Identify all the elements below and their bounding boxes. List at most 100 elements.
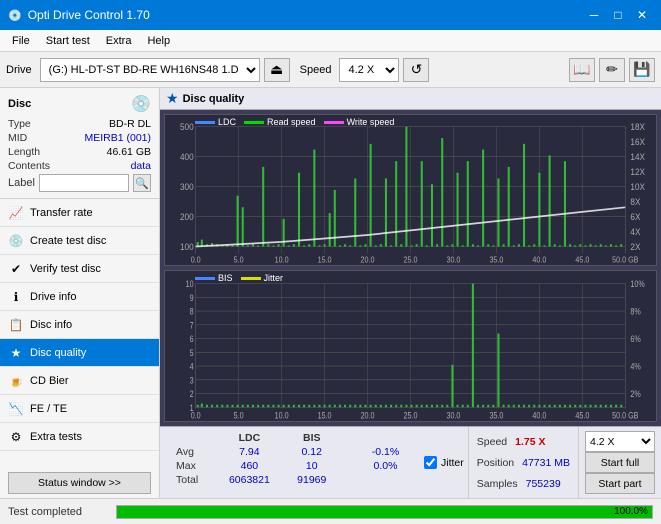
svg-text:5.0: 5.0 bbox=[234, 411, 244, 421]
start-part-button[interactable]: Start part bbox=[585, 473, 655, 494]
read-speed-legend-color bbox=[244, 121, 264, 124]
svg-text:100: 100 bbox=[180, 242, 194, 253]
write-speed-legend-color bbox=[324, 121, 344, 124]
svg-text:6: 6 bbox=[190, 335, 194, 345]
mid-label: MID bbox=[8, 132, 27, 144]
nav-create-test-disc[interactable]: 💿 Create test disc bbox=[0, 227, 159, 255]
read-button[interactable]: 📖 bbox=[569, 58, 595, 82]
svg-text:50.0 GB: 50.0 GB bbox=[612, 411, 638, 421]
svg-text:0.0: 0.0 bbox=[191, 411, 201, 421]
jitter-checkbox[interactable] bbox=[424, 456, 437, 469]
max-bis-value: 10 bbox=[284, 459, 339, 473]
start-full-button[interactable]: Start full bbox=[585, 452, 655, 473]
max-jitter-value: 0.0% bbox=[359, 459, 412, 473]
nav-verify-test-disc-label: Verify test disc bbox=[30, 263, 101, 275]
disc-quality-icon: ★ bbox=[8, 345, 24, 361]
ldc-legend: LDC Read speed Write speed bbox=[195, 117, 394, 127]
ldc-legend-color bbox=[195, 121, 215, 124]
drive-select[interactable]: (G:) HL-DT-ST BD-RE WH16NS48 1.D3 bbox=[40, 58, 260, 82]
title-bar-controls: ─ □ ✕ bbox=[583, 4, 653, 26]
nav-disc-info[interactable]: 📋 Disc info bbox=[0, 311, 159, 339]
contents-label: Contents bbox=[8, 160, 50, 172]
disc-label-row: Label 🔍 bbox=[8, 174, 151, 192]
svg-text:4: 4 bbox=[190, 362, 194, 372]
menu-extra[interactable]: Extra bbox=[98, 30, 140, 51]
minimize-button[interactable]: ─ bbox=[583, 4, 605, 26]
nav-disc-quality-label: Disc quality bbox=[30, 347, 86, 359]
svg-text:8X: 8X bbox=[630, 197, 640, 208]
svg-text:2X: 2X bbox=[630, 242, 640, 253]
contents-value: data bbox=[131, 160, 151, 172]
length-label: Length bbox=[8, 146, 40, 158]
speed-stat-label: Speed bbox=[477, 436, 507, 448]
disc-icon: 💿 bbox=[131, 94, 151, 114]
ldc-legend-label: LDC bbox=[218, 117, 236, 127]
svg-text:4%: 4% bbox=[630, 362, 640, 372]
charts-area: LDC Read speed Write speed bbox=[160, 110, 661, 426]
svg-text:50.0 GB: 50.0 GB bbox=[612, 255, 638, 265]
test-speed-select[interactable]: 4.2 X bbox=[585, 431, 655, 452]
svg-text:25.0: 25.0 bbox=[404, 255, 418, 265]
nav-fe-te[interactable]: 📉 FE / TE bbox=[0, 395, 159, 423]
sidebar: Disc 💿 Type BD-R DL MID MEIRB1 (001) Len… bbox=[0, 88, 160, 498]
disc-mid-row: MID MEIRB1 (001) bbox=[8, 132, 151, 144]
svg-text:15.0: 15.0 bbox=[318, 255, 332, 265]
nav-transfer-rate[interactable]: 📈 Transfer rate bbox=[0, 199, 159, 227]
read-speed-legend-label: Read speed bbox=[267, 117, 316, 127]
max-label: Max bbox=[168, 459, 215, 473]
refresh-button[interactable]: ↺ bbox=[403, 58, 429, 82]
svg-text:10.0: 10.0 bbox=[275, 411, 289, 421]
stats-bar: LDC BIS Avg 7.94 0.12 -0.1% bbox=[160, 426, 661, 498]
jitter-legend-color bbox=[241, 277, 261, 280]
write-button[interactable]: ✏ bbox=[599, 58, 625, 82]
nav-drive-info[interactable]: ℹ Drive info bbox=[0, 283, 159, 311]
bis-legend-item: BIS bbox=[195, 273, 233, 283]
nav-cd-bier[interactable]: 🍺 CD Bier bbox=[0, 367, 159, 395]
label-input[interactable] bbox=[39, 174, 129, 192]
nav-verify-test-disc[interactable]: ✔ Verify test disc bbox=[0, 255, 159, 283]
jitter-section: Jitter bbox=[420, 427, 468, 498]
svg-text:6X: 6X bbox=[630, 212, 640, 223]
eject-button[interactable]: ⏏ bbox=[264, 58, 290, 82]
nav-disc-info-label: Disc info bbox=[30, 319, 72, 331]
type-value: BD-R DL bbox=[109, 118, 151, 130]
disc-contents-row: Contents data bbox=[8, 160, 151, 172]
status-text: Test completed bbox=[8, 506, 108, 518]
max-row: Max 460 10 0.0% bbox=[168, 459, 412, 473]
verify-test-disc-icon: ✔ bbox=[8, 261, 24, 277]
speed-select[interactable]: 4.2 X bbox=[339, 58, 399, 82]
save-button[interactable]: 💾 bbox=[629, 58, 655, 82]
close-button[interactable]: ✕ bbox=[631, 4, 653, 26]
maximize-button[interactable]: □ bbox=[607, 4, 629, 26]
bis-legend-color bbox=[195, 277, 215, 280]
position-label: Position bbox=[477, 457, 514, 469]
ldc-chart: LDC Read speed Write speed bbox=[164, 114, 657, 266]
bis-legend-label: BIS bbox=[218, 273, 233, 283]
app-title: Opti Drive Control 1.70 bbox=[28, 8, 150, 22]
ldc-chart-svg: 500 400 300 200 100 18X 16X 14X 12X 10X … bbox=[165, 115, 656, 265]
svg-text:5.0: 5.0 bbox=[234, 255, 244, 265]
label-search-button[interactable]: 🔍 bbox=[133, 174, 151, 192]
svg-text:25.0: 25.0 bbox=[404, 411, 418, 421]
total-label: Total bbox=[168, 473, 215, 487]
svg-text:45.0: 45.0 bbox=[575, 411, 589, 421]
label-label: Label bbox=[8, 177, 35, 189]
write-speed-legend-label: Write speed bbox=[347, 117, 395, 127]
total-ldc-value: 6063821 bbox=[215, 473, 285, 487]
total-bis-value: 91969 bbox=[284, 473, 339, 487]
svg-text:45.0: 45.0 bbox=[575, 255, 589, 265]
read-speed-legend-item: Read speed bbox=[244, 117, 316, 127]
nav-extra-tests-label: Extra tests bbox=[30, 431, 82, 443]
menu-help[interactable]: Help bbox=[139, 30, 178, 51]
svg-text:8%: 8% bbox=[630, 307, 640, 317]
menu-file[interactable]: File bbox=[4, 30, 38, 51]
nav-extra-tests[interactable]: ⚙ Extra tests bbox=[0, 423, 159, 451]
svg-text:30.0: 30.0 bbox=[447, 411, 461, 421]
nav-disc-quality[interactable]: ★ Disc quality bbox=[0, 339, 159, 367]
length-value: 46.61 GB bbox=[107, 146, 151, 158]
nav-cd-bier-label: CD Bier bbox=[30, 375, 69, 387]
avg-label: Avg bbox=[168, 445, 215, 459]
status-window-button[interactable]: Status window >> bbox=[8, 472, 151, 494]
menu-start-test[interactable]: Start test bbox=[38, 30, 98, 51]
progress-fill bbox=[117, 506, 652, 518]
